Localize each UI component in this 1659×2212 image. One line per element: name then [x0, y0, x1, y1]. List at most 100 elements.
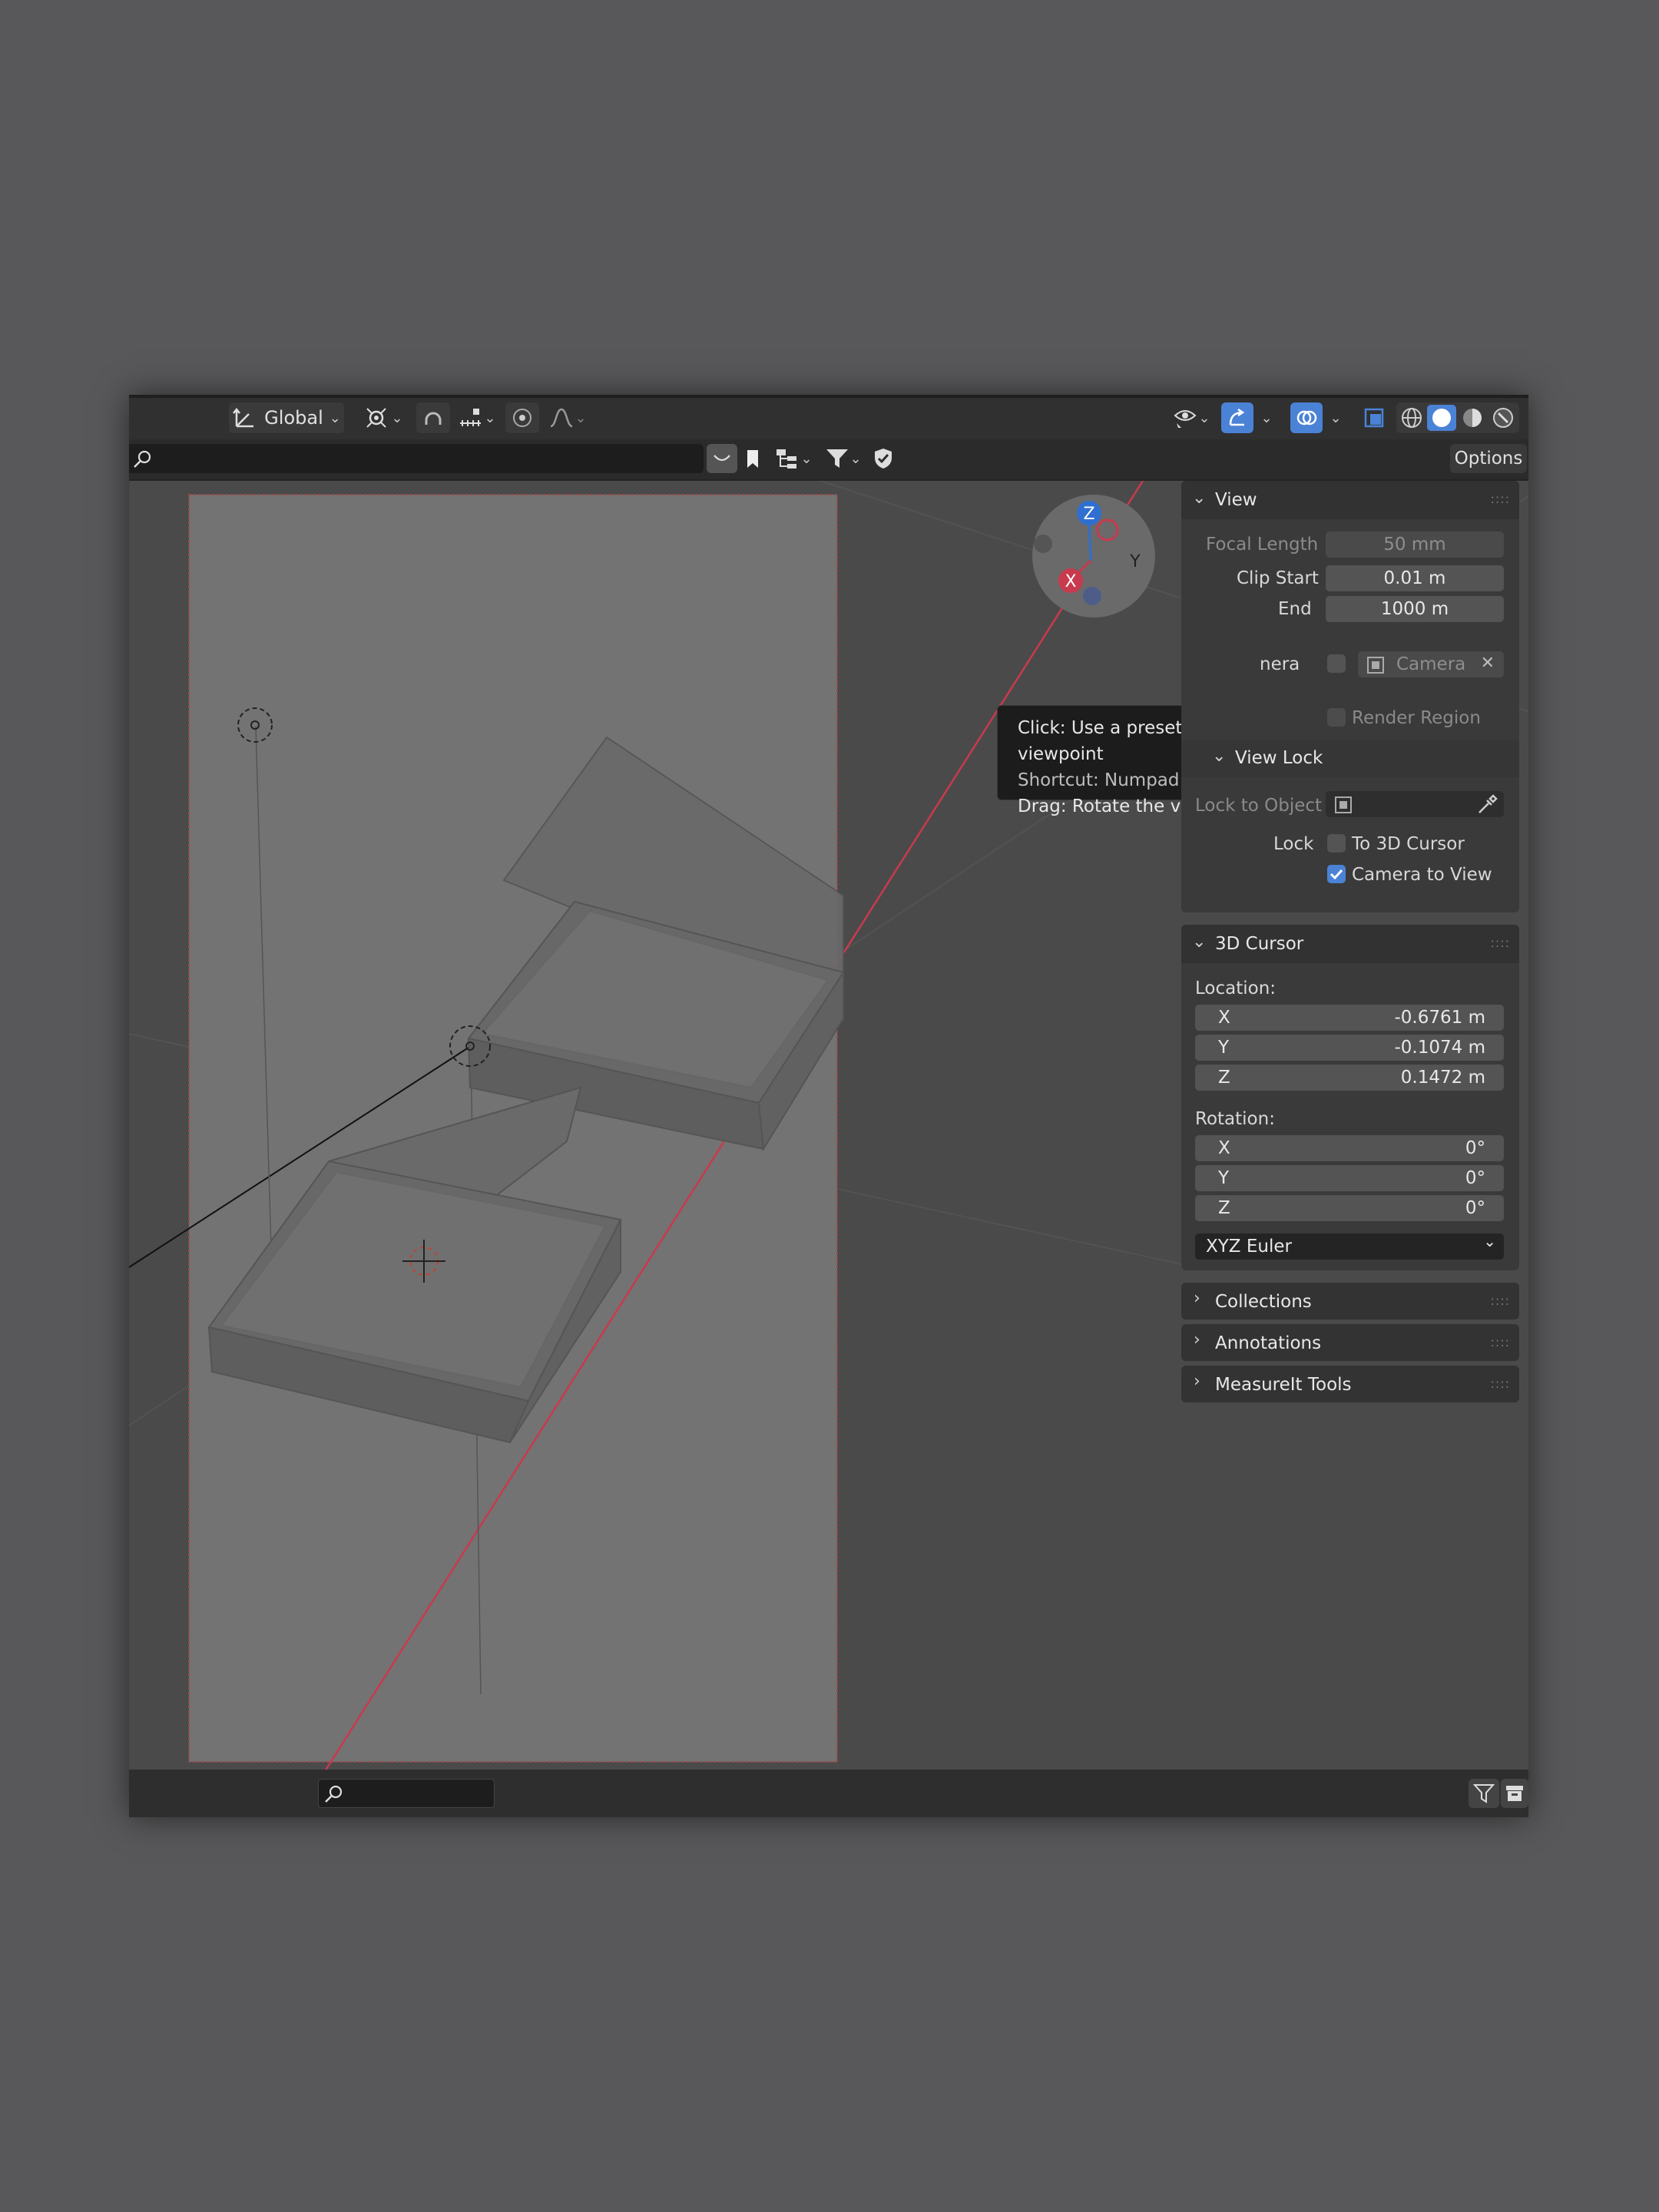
view-lock-header[interactable]: ⌄ View Lock — [1181, 740, 1519, 777]
close-icon[interactable]: ✕ — [1481, 654, 1495, 673]
gizmo-x-label: X — [1065, 572, 1076, 591]
sync-selection-toggle[interactable] — [707, 444, 737, 473]
gizmo-icon — [1229, 408, 1245, 426]
drag-handle-icon[interactable]: :::: — [1490, 492, 1510, 506]
search-icon — [325, 1785, 343, 1803]
location-x-field[interactable]: X -0.6761 m — [1195, 1005, 1504, 1031]
clip-start-field[interactable]: 0.01 m — [1326, 565, 1504, 591]
local-camera-checkbox[interactable] — [1327, 654, 1346, 673]
rotation-mode-dropdown[interactable]: XYZ Euler ⌄ — [1195, 1232, 1504, 1260]
options-label: Options — [1454, 449, 1523, 469]
navigation-gizmo[interactable]: Z X Y — [1028, 490, 1160, 622]
transform-orientation-icon — [233, 407, 254, 428]
camera-to-view-checkbox[interactable] — [1327, 865, 1346, 883]
snap-target-dropdown[interactable]: ⌄ — [452, 402, 502, 433]
wireframe-shading-icon — [1402, 408, 1422, 428]
camera-object-field[interactable]: Camera ✕ — [1358, 651, 1504, 677]
rotation-label: Rotation: — [1195, 1109, 1275, 1129]
rotation-z-label: Z — [1218, 1198, 1230, 1218]
lock-label: Lock — [1273, 834, 1314, 854]
overlay-toggle[interactable] — [1290, 402, 1323, 433]
to-3d-cursor-checkbox[interactable] — [1327, 834, 1346, 853]
material-shading-icon — [1463, 409, 1482, 427]
location-z-label: Z — [1218, 1068, 1230, 1088]
render-region-label: Render Region — [1352, 708, 1481, 728]
hierarchy-icon — [777, 449, 797, 469]
chevron-down-icon: ⌄ — [484, 409, 496, 426]
annotations-panel-header[interactable]: › Annotations :::: — [1181, 1324, 1519, 1361]
measureit-panel-header[interactable]: › MeasureIt Tools :::: — [1181, 1366, 1519, 1402]
gizmo-toggle[interactable] — [1221, 402, 1253, 433]
location-x-value: -0.6761 m — [1394, 1008, 1486, 1028]
clip-end-label: End — [1278, 599, 1312, 619]
restriction-toggle[interactable] — [868, 444, 899, 473]
local-camera-label: nera — [1260, 654, 1300, 674]
falloff-dropdown[interactable]: ⌄ — [541, 402, 594, 433]
annotations-title: Annotations — [1215, 1333, 1322, 1353]
3d-cursor-panel-header[interactable]: ⌄ 3D Cursor :::: — [1181, 925, 1519, 963]
footer-search-input[interactable] — [318, 1779, 495, 1808]
secondary-toolbar: ⌄ ⌄ Options — [129, 439, 1528, 481]
filter-dropdown[interactable]: ⌄ — [820, 444, 866, 473]
bookmark-button[interactable] — [737, 444, 768, 473]
location-z-value: 0.1472 m — [1400, 1068, 1485, 1088]
bookmark-icon — [747, 450, 758, 468]
footer-filter-button[interactable] — [1469, 1779, 1499, 1808]
focal-length-field[interactable]: 50 mm — [1326, 531, 1504, 558]
search-icon — [134, 450, 151, 468]
snap-increment-icon — [460, 409, 482, 426]
display-mode-dropdown[interactable]: ⌄ — [770, 444, 817, 473]
collections-panel-header[interactable]: › Collections :::: — [1181, 1283, 1519, 1320]
overlay-icon — [1296, 410, 1317, 426]
gizmo-z-label: Z — [1083, 505, 1094, 524]
proportional-edit-toggle[interactable] — [505, 402, 539, 433]
drag-handle-icon[interactable]: :::: — [1490, 1335, 1510, 1349]
clip-end-field[interactable]: 1000 m — [1326, 596, 1504, 622]
transform-orientation-dropdown[interactable]: Global ⌄ — [229, 402, 344, 433]
shading-icons — [1402, 405, 1513, 431]
viewport-header: Global ⌄ ⌄ ⌄ ⌄ ⌄ ⌄ ⌄ — [129, 395, 1528, 439]
drag-handle-icon[interactable]: :::: — [1490, 935, 1510, 950]
location-y-field[interactable]: Y -0.1074 m — [1195, 1035, 1504, 1061]
view-panel-title: View — [1215, 490, 1257, 510]
overlay-dropdown[interactable]: ⌄ — [1324, 402, 1347, 433]
clip-start-label: Clip Start — [1237, 568, 1319, 588]
rotation-x-field[interactable]: X 0° — [1195, 1135, 1504, 1161]
link-icon — [714, 455, 730, 462]
snap-toggle[interactable] — [416, 402, 450, 433]
lock-to-object-field[interactable] — [1326, 791, 1504, 817]
pivot-point-dropdown[interactable]: ⌄ — [359, 402, 409, 433]
location-y-label: Y — [1218, 1038, 1230, 1058]
chevron-down-icon: ⌄ — [1330, 409, 1342, 426]
xray-toggle[interactable] — [1358, 402, 1390, 433]
render-region-checkbox[interactable] — [1327, 708, 1346, 727]
drag-handle-icon[interactable]: :::: — [1490, 1293, 1510, 1308]
location-z-field[interactable]: Z 0.1472 m — [1195, 1065, 1504, 1091]
chevron-down-icon: ⌄ — [1483, 1232, 1496, 1250]
rotation-y-field[interactable]: Y 0° — [1195, 1165, 1504, 1191]
rotation-z-field[interactable]: Z 0° — [1195, 1195, 1504, 1221]
footer-archive-button[interactable] — [1501, 1779, 1528, 1808]
object-icon — [1335, 796, 1352, 813]
options-button[interactable]: Options — [1450, 444, 1527, 473]
gizmo-neg-y-axis — [1034, 535, 1052, 553]
orientation-label: Global — [264, 407, 323, 429]
view-panel-header[interactable]: ⌄ View :::: — [1181, 481, 1519, 519]
chevron-down-icon: ⌄ — [849, 450, 862, 467]
rotation-y-label: Y — [1218, 1168, 1230, 1188]
3d-cursor-panel: ⌄ 3D Cursor :::: Location: X -0.6761 m Y… — [1181, 925, 1519, 1270]
drag-handle-icon[interactable]: :::: — [1490, 1376, 1510, 1391]
rotation-z-value: 0° — [1465, 1198, 1485, 1218]
eyedropper-icon[interactable] — [1476, 794, 1498, 816]
search-input[interactable] — [129, 444, 704, 473]
filter-icon — [1473, 1784, 1495, 1803]
3d-viewport[interactable]: Z X Y Click: Use a preset viewpoint Shor… — [129, 481, 1528, 1777]
chevron-right-icon: › — [1194, 1372, 1200, 1391]
visibility-dropdown[interactable]: ⌄ — [1166, 402, 1217, 433]
solid-shading-icon — [1432, 409, 1451, 427]
camera-to-view-label: Camera to View — [1352, 865, 1492, 885]
rotation-y-value: 0° — [1465, 1168, 1485, 1188]
collections-title: Collections — [1215, 1292, 1312, 1312]
gizmo-dropdown[interactable]: ⌄ — [1255, 402, 1278, 433]
visibility-icon — [1174, 410, 1197, 428]
